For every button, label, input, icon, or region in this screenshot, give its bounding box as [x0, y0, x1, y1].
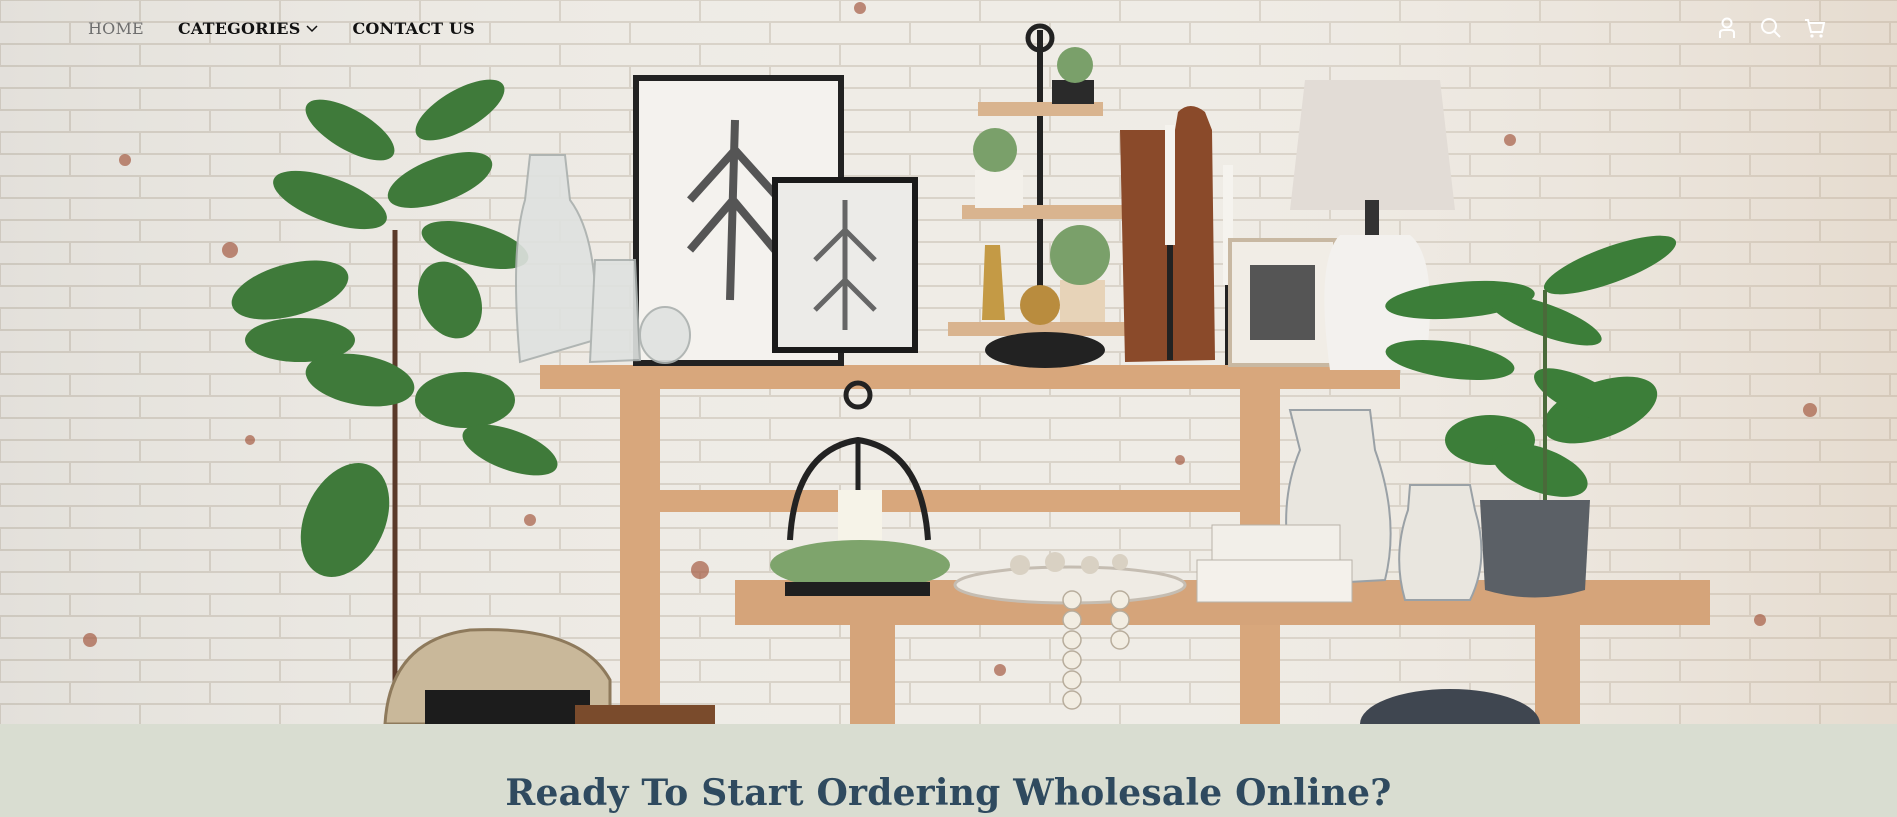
gray-planter [1480, 500, 1590, 598]
search-icon[interactable] [1759, 16, 1783, 40]
cart-icon[interactable] [1803, 16, 1827, 40]
stacked-boxes [1196, 524, 1353, 603]
account-icon[interactable] [1715, 16, 1739, 40]
nav-categories-link[interactable]: CATEGORIES [178, 19, 319, 38]
cta-band: Ready To Start Ordering Wholesale Online… [0, 724, 1897, 817]
cta-title: Ready To Start Ordering Wholesale Online… [505, 772, 1392, 814]
main-nav: HOME CATEGORIES CONTACT US [0, 0, 1897, 56]
nav-categories-label: CATEGORIES [177, 18, 301, 38]
header-icons [1715, 16, 1827, 40]
chevron-down-icon [306, 25, 318, 33]
hero-image [0, 0, 1897, 724]
hero-banner: HOME CATEGORIES CONTACT US [0, 0, 1897, 724]
nav-contact-link[interactable]: CONTACT US [352, 19, 474, 38]
nav-home-link[interactable]: HOME [88, 19, 144, 38]
photo-frame [1228, 238, 1337, 367]
